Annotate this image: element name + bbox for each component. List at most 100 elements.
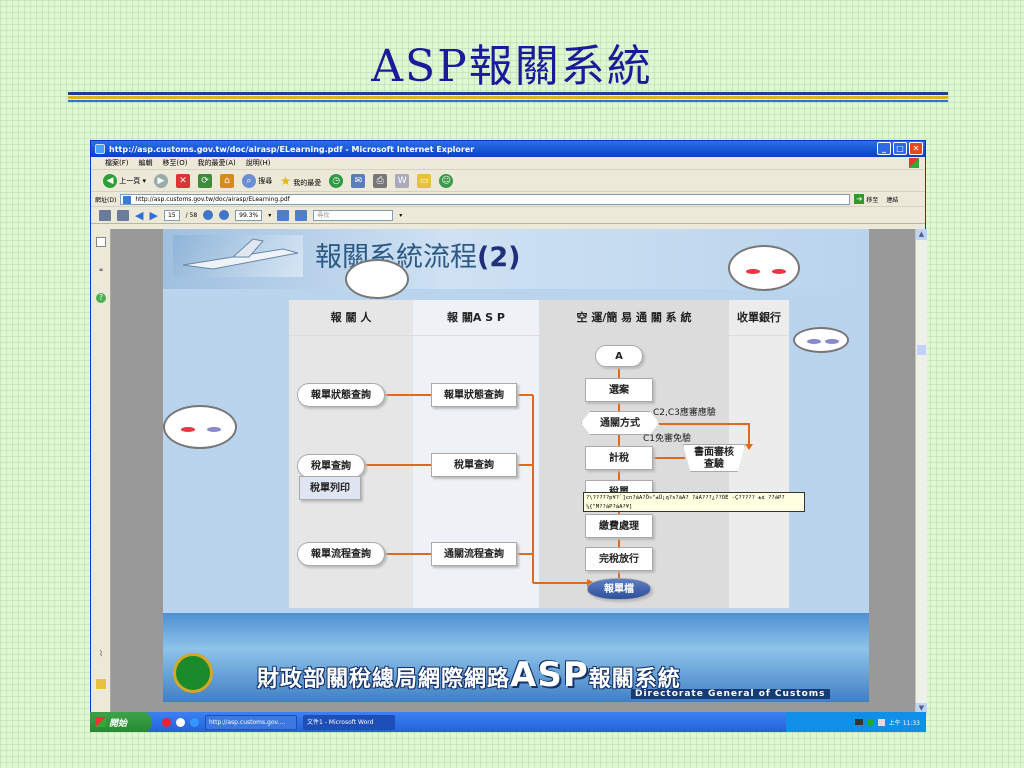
windows-logo-icon <box>909 158 919 168</box>
vertical-scrollbar[interactable]: ▲ ▼ <box>915 229 927 714</box>
quick-launch <box>162 717 199 727</box>
windows-flag-icon <box>96 717 106 727</box>
node-tax-print[interactable]: 稅單列印 <box>299 476 361 500</box>
comment-icon[interactable] <box>96 679 106 689</box>
links-button[interactable]: 連結 <box>886 195 898 204</box>
hint-c2c3: C2,C3應審應驗 <box>653 408 716 418</box>
scroll-thumb[interactable] <box>917 345 926 355</box>
node-tax-calc[interactable]: 計稅 <box>585 446 653 470</box>
toolbar: ◀ 上一頁 ▾ ▶ ✕ ⟳ ⌂ ⌕ 搜尋 ★ 我的最愛 ◷ ✉ ⎙ W ▭ ☺ <box>91 170 925 192</box>
footer-title: 財政部關稅總局網際網路ASP報關系統 <box>257 655 681 695</box>
zoom-select[interactable]: 99.3% <box>235 209 263 221</box>
cloud-decoration <box>345 259 409 299</box>
window-title: http://asp.customs.gov.tw/doc/airasp/ELe… <box>109 144 475 154</box>
clock: 上午 11:33 <box>888 719 920 727</box>
network-icon[interactable] <box>866 718 874 726</box>
prev-page-icon[interactable]: ◀ <box>135 210 143 221</box>
chevron-down-icon[interactable]: ▾ <box>399 212 402 219</box>
address-label: 網址(D) <box>95 196 117 204</box>
node-document-review[interactable]: 書面審核 查驗 <box>683 444 745 472</box>
menu-help[interactable]: 說明(H) <box>246 158 271 168</box>
chevron-down-icon[interactable]: ▾ <box>268 212 271 219</box>
node-status-query-asp[interactable]: 報單狀態查詢 <box>431 383 517 407</box>
star-icon: ★ <box>280 173 291 188</box>
addressbar: 網址(D) http://asp.customs.gov.tw/doc/aira… <box>91 192 925 207</box>
scroll-up-icon[interactable]: ▲ <box>916 229 927 240</box>
ql-browser-icon[interactable] <box>162 717 171 727</box>
node-flow-query-declarant[interactable]: 報單流程查詢 <box>297 542 385 566</box>
close-button[interactable]: ✕ <box>909 142 923 155</box>
keyboard-icon[interactable] <box>854 719 863 725</box>
search-button[interactable]: ⌕ 搜尋 <box>241 173 272 188</box>
help-icon[interactable]: ? <box>96 293 106 303</box>
page-title: 報關系統流程(2) <box>315 242 521 273</box>
stop-icon[interactable]: ✕ <box>175 173 190 188</box>
slide-title: ASP報關系統 <box>371 41 653 92</box>
go-button[interactable]: ➔ 移至 <box>854 194 878 204</box>
find-input[interactable]: 尋找 <box>313 209 394 221</box>
menu-file[interactable]: 檔案(F) <box>105 158 129 168</box>
node-start-a[interactable]: A <box>595 345 643 367</box>
menu-favorites[interactable]: 我的最愛(A) <box>197 158 235 168</box>
system-tray: 上午 11:33 <box>786 712 926 732</box>
refresh-icon[interactable]: ⟳ <box>197 173 212 188</box>
volume-icon[interactable] <box>877 718 885 726</box>
next-page-icon[interactable]: ▶ <box>149 210 157 221</box>
titlebar[interactable]: http://asp.customs.gov.tw/doc/airasp/ELe… <box>91 141 925 157</box>
menu-goto[interactable]: 移至(O) <box>163 158 188 168</box>
messenger-icon[interactable]: ☺ <box>439 173 454 188</box>
fit-page-icon[interactable] <box>277 209 290 221</box>
page-icon <box>123 195 132 204</box>
taskbar: 開始 http://asp.customs.gov.... 文件1 - Micr… <box>90 712 926 732</box>
node-tax-query-declarant[interactable]: 稅單查詢 <box>297 454 365 478</box>
cloud-decoration <box>163 405 237 449</box>
node-case-selection[interactable]: 選案 <box>585 378 653 402</box>
menu-edit[interactable]: 編輯 <box>139 158 153 168</box>
home-icon[interactable]: ⌂ <box>219 173 234 188</box>
airplane-image <box>173 235 303 277</box>
node-payment[interactable]: 繳費處理 <box>585 514 653 538</box>
ql-desktop-icon[interactable] <box>176 717 185 727</box>
search-icon: ⌕ <box>241 173 256 188</box>
menubar: 檔案(F) 編輯 移至(O) 我的最愛(A) 說明(H) <box>91 157 925 170</box>
node-declaration-db[interactable]: 報單檔 <box>587 578 651 600</box>
edit-icon[interactable]: W <box>395 173 410 188</box>
favorites-button[interactable]: ★ 我的最愛 <box>280 174 321 188</box>
node-flow-query-asp[interactable]: 通關流程查詢 <box>431 542 517 566</box>
node-release[interactable]: 完稅放行 <box>585 547 653 571</box>
page-number-input[interactable]: 15 <box>163 209 180 221</box>
start-button[interactable]: 開始 <box>90 712 152 732</box>
pdf-page: 報關系統流程(2) 報 關 人 報 關A S P 空 運/簡 易 通 關 系 統… <box>163 229 869 702</box>
print-icon[interactable]: ⎙ <box>373 173 388 188</box>
address-input[interactable]: http://asp.customs.gov.tw/doc/airasp/ELe… <box>120 193 851 205</box>
forward-arrow-icon[interactable]: ▶ <box>153 173 168 188</box>
fit-width-icon[interactable] <box>295 209 308 221</box>
pages-icon[interactable] <box>96 237 106 247</box>
mail-icon[interactable]: ✉ <box>351 173 366 188</box>
cloud-decoration <box>793 327 849 353</box>
document-area: ❝ ? ⌇ 報關系統流程(2) 報 關 人 報 關A S P 空 運/簡 易 通… <box>91 229 927 714</box>
bookmarks-icon[interactable]: ❝ <box>96 267 106 277</box>
maximize-button[interactable]: □ <box>893 142 907 155</box>
task-word[interactable]: 文件1 - Microsoft Word <box>303 714 395 730</box>
attachment-icon[interactable]: ⌇ <box>96 649 106 659</box>
title-rule <box>68 92 948 104</box>
minimize-button[interactable]: _ <box>877 142 891 155</box>
node-status-query-declarant[interactable]: 報單狀態查詢 <box>297 383 385 407</box>
ql-media-icon[interactable] <box>190 717 199 727</box>
print-icon[interactable] <box>99 209 111 221</box>
zoom-out-icon[interactable] <box>203 210 214 220</box>
footer-band: 財政部關稅總局網際網路ASP報關系統 Directorate General o… <box>163 613 869 702</box>
tooltip: ?\?????p¥?`]cn?áA?Ö»"±Ü¡q?s?ãA? ?áA???¿?… <box>583 492 805 512</box>
task-ie[interactable]: http://asp.customs.gov.... <box>205 714 297 730</box>
history-icon[interactable]: ◷ <box>329 173 344 188</box>
ie-icon <box>95 144 105 154</box>
back-button[interactable]: ◀ 上一頁 ▾ <box>103 173 146 188</box>
folder-icon[interactable]: ▭ <box>417 173 432 188</box>
zoom-in-icon[interactable] <box>219 210 230 220</box>
left-pane: ❝ ? ⌇ <box>91 229 111 714</box>
browser-window: http://asp.customs.gov.tw/doc/airasp/ELe… <box>90 140 927 732</box>
node-tax-query-asp[interactable]: 稅單查詢 <box>431 453 517 477</box>
flowchart: 報 關 人 報 關A S P 空 運/簡 易 通 關 系 統 收單銀行 報單狀態… <box>289 300 789 608</box>
save-icon[interactable] <box>117 209 129 221</box>
